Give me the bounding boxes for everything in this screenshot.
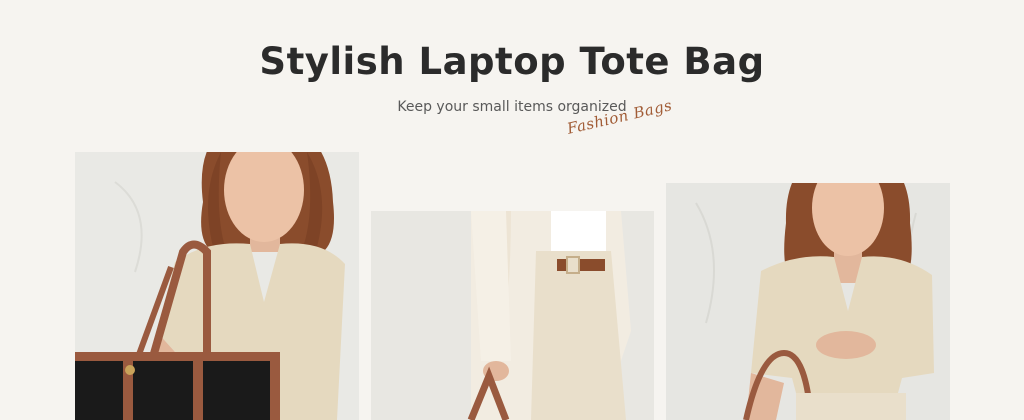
page-title: Stylish Laptop Tote Bag (259, 40, 765, 83)
model-holding-tote-illustration (666, 183, 950, 420)
page: Stylish Laptop Tote Bag Keep your small … (0, 0, 1024, 420)
gallery-image-model-holding-tote (666, 183, 950, 420)
outfit-closeup-illustration (371, 211, 654, 420)
gallery-image-outfit-closeup (371, 211, 654, 420)
gallery-image-model-with-tote (75, 152, 359, 420)
model-with-tote-illustration (75, 152, 359, 420)
page-subtitle: Keep your small items organized (397, 99, 627, 115)
